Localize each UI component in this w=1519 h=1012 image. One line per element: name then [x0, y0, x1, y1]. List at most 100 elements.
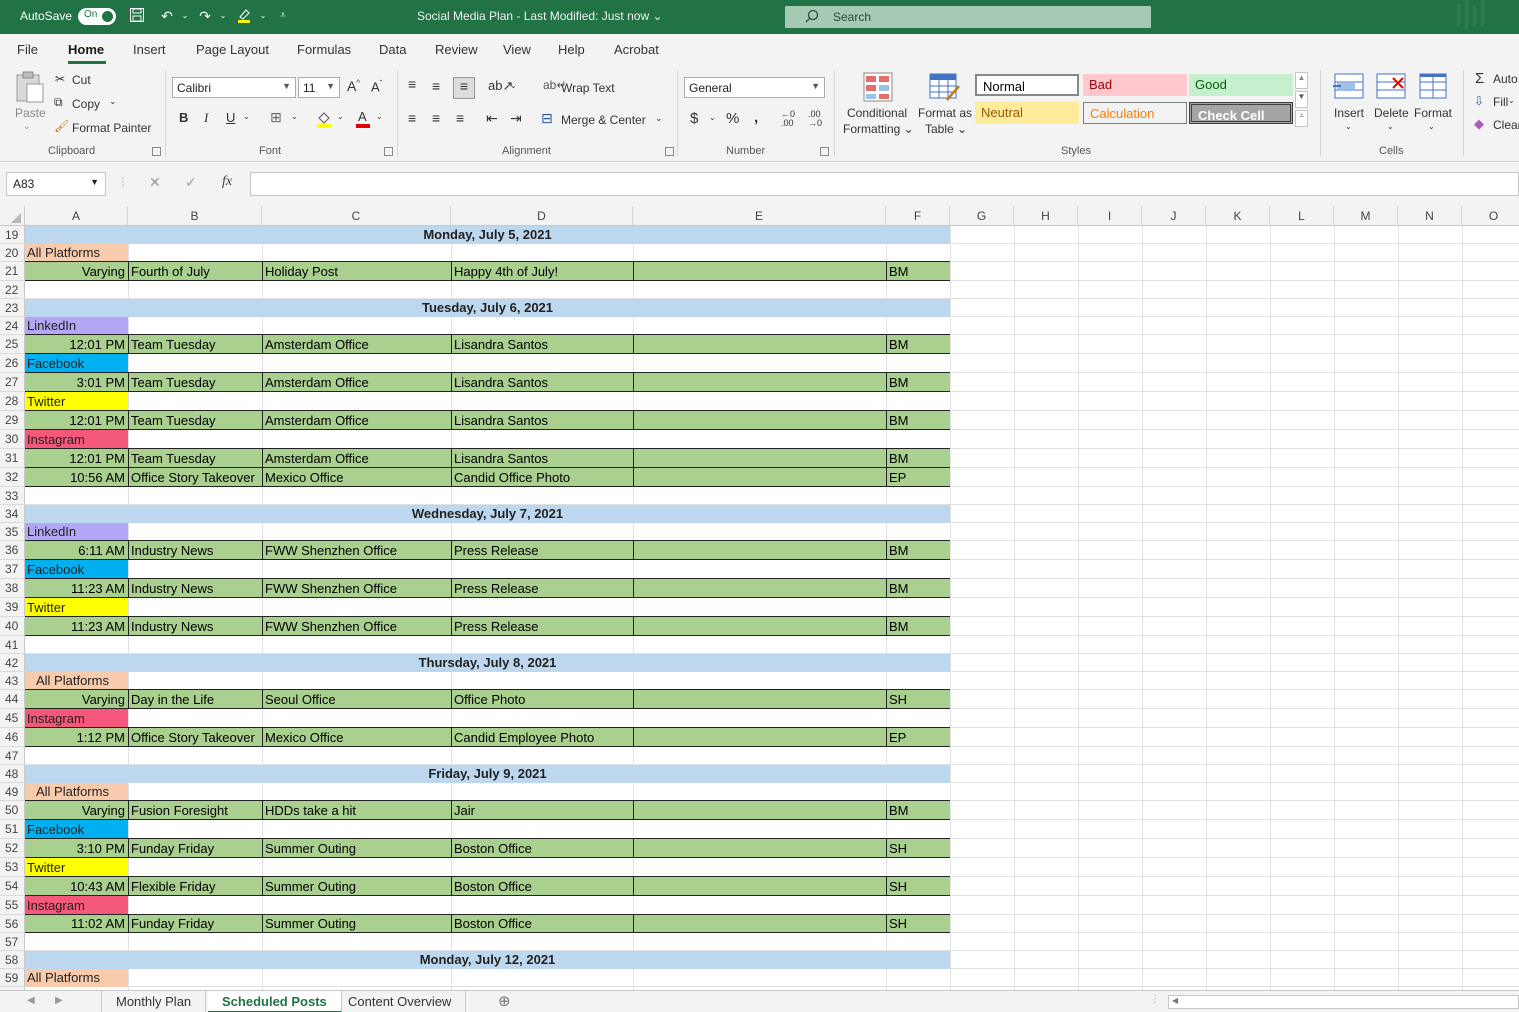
row-header[interactable]: 34 — [0, 505, 25, 523]
row-header[interactable]: 58 — [0, 951, 25, 969]
cell-b[interactable]: Funday Friday — [128, 915, 262, 933]
tab-data[interactable]: Data — [379, 42, 406, 57]
name-box[interactable]: A83 ▼ — [6, 172, 106, 196]
tab-help[interactable]: Help — [558, 42, 585, 57]
delete-cells-icon[interactable] — [1375, 72, 1407, 103]
cell-d[interactable]: Lisandra Santos — [451, 449, 633, 468]
copy-dropdown-icon[interactable]: ⌄ — [109, 96, 117, 107]
orientation-dropdown-icon[interactable]: ⌄ — [510, 81, 517, 90]
platform-label-twitter[interactable]: Twitter — [25, 598, 128, 617]
row-header[interactable]: 35 — [0, 523, 25, 541]
font-name-dropdown[interactable]: Calibri ▼ — [172, 77, 296, 98]
increase-decimal-icon[interactable]: ←0.00 — [781, 110, 795, 128]
fill-button[interactable]: Fill — [1493, 95, 1508, 109]
row-header[interactable]: 40 — [0, 617, 25, 636]
row-header[interactable]: 37 — [0, 560, 25, 579]
format-as-table-icon[interactable] — [929, 72, 961, 105]
customize-toolbar-icon[interactable]: ⩡ — [274, 7, 292, 25]
cell-f[interactable]: EP — [886, 728, 950, 747]
tab-file[interactable]: File — [17, 42, 38, 57]
conditional-formatting-icon[interactable] — [863, 72, 893, 105]
cell-e[interactable] — [633, 690, 886, 709]
cell-style-neutral[interactable]: Neutral — [975, 102, 1079, 124]
delete-cells-dropdown-icon[interactable]: ⌄ — [1387, 122, 1394, 131]
row-header[interactable]: 55 — [0, 896, 25, 915]
cell-d[interactable]: Happy 4th of July! — [451, 262, 633, 281]
row-header[interactable]: 46 — [0, 728, 25, 747]
align-bottom-icon[interactable]: ≡ — [453, 77, 475, 99]
cell-f[interactable]: BM — [886, 449, 950, 468]
fill-color-dropdown-icon[interactable]: ⌄ — [337, 112, 344, 121]
cell-b[interactable]: Team Tuesday — [128, 373, 262, 392]
cell-b[interactable]: Funday Friday — [128, 839, 262, 858]
platform-label-facebook[interactable]: Facebook — [25, 560, 128, 579]
wrap-text-button[interactable]: Wrap Text — [561, 81, 615, 95]
cell-f[interactable]: BM — [886, 617, 950, 636]
font-color-dropdown-icon[interactable]: ⌄ — [376, 112, 383, 121]
row-header[interactable]: 25 — [0, 335, 25, 354]
merge-dropdown-icon[interactable]: ⌄ — [655, 113, 663, 124]
cell-b[interactable]: Fourth of July — [128, 262, 262, 281]
row-header[interactable]: 49 — [0, 783, 25, 801]
font-size-dropdown[interactable]: 11 ▼ — [298, 77, 340, 98]
italic-icon[interactable]: I — [204, 110, 208, 126]
cell-style-check-cell[interactable]: Check Cell — [1189, 102, 1293, 124]
cell-e[interactable] — [633, 579, 886, 598]
column-header-l[interactable]: L — [1270, 206, 1334, 226]
cell-a[interactable]: 6:11 AM — [25, 541, 128, 560]
cell-b[interactable]: Team Tuesday — [128, 449, 262, 468]
cell-b[interactable]: Team Tuesday — [128, 335, 262, 354]
cell-b[interactable]: Flexible Friday — [128, 877, 262, 896]
alignment-launcher-icon[interactable] — [665, 147, 674, 156]
cell-e[interactable] — [633, 877, 886, 896]
row-header[interactable]: 20 — [0, 244, 25, 262]
row-header[interactable]: 47 — [0, 747, 25, 765]
cell-d[interactable]: Lisandra Santos — [451, 335, 633, 354]
platform-label-all-platforms[interactable]: All Platforms — [25, 783, 128, 801]
scroll-left-icon[interactable]: ◀ — [1172, 996, 1178, 1005]
prev-sheet-icon[interactable]: ◀ — [27, 995, 35, 1006]
borders-dropdown-icon[interactable]: ⌄ — [291, 112, 298, 121]
sheet-tab-scheduled-posts[interactable]: Scheduled Posts — [208, 991, 342, 1012]
column-header-f[interactable]: F — [886, 206, 950, 226]
column-header-m[interactable]: M — [1334, 206, 1398, 226]
search-box[interactable]: Search — [785, 6, 1151, 28]
cell-c[interactable]: Mexico Office — [262, 468, 451, 487]
cell-b[interactable]: Industry News — [128, 617, 262, 636]
row-header[interactable]: 33 — [0, 487, 25, 505]
cell-e[interactable] — [633, 728, 886, 747]
cell-f[interactable]: BM — [886, 411, 950, 430]
column-header-i[interactable]: I — [1078, 206, 1142, 226]
cell-c[interactable]: Amsterdam Office — [262, 411, 451, 430]
highlight-dropdown-icon[interactable]: ⌄ — [254, 7, 272, 25]
cell-f[interactable]: BM — [886, 801, 950, 820]
platform-label-all-platforms[interactable]: All Platforms — [25, 969, 128, 987]
cell-d[interactable]: Candid Employee Photo — [451, 728, 633, 747]
format-cells-icon[interactable] — [1418, 70, 1450, 103]
cell-a[interactable]: 12:01 PM — [25, 411, 128, 430]
cell-a[interactable]: 12:01 PM — [25, 335, 128, 354]
cell-d[interactable]: Lisandra Santos — [451, 411, 633, 430]
cell-d[interactable]: Boston Office — [451, 877, 633, 896]
format-cells-dropdown-icon[interactable]: ⌄ — [1428, 122, 1435, 131]
cell-a[interactable]: 10:43 AM — [25, 877, 128, 896]
cell-f[interactable]: SH — [886, 839, 950, 858]
tab-page-layout[interactable]: Page Layout — [196, 42, 269, 57]
redo-dropdown-icon[interactable]: ⌄ — [214, 7, 232, 25]
align-middle-icon[interactable]: ≡ — [432, 78, 440, 94]
cell-a[interactable]: 3:10 PM — [25, 839, 128, 858]
cell-style-calculation[interactable]: Calculation — [1083, 102, 1187, 124]
cell-b[interactable]: Fusion Foresight — [128, 801, 262, 820]
enter-icon[interactable]: ✓ — [185, 174, 197, 191]
cell-e[interactable] — [633, 468, 886, 487]
cell-d[interactable]: Candid Office Photo — [451, 468, 633, 487]
platform-label-all-platforms[interactable]: All Platforms — [25, 244, 128, 262]
cell-style-bad[interactable]: Bad — [1083, 74, 1187, 96]
cell-c[interactable]: Holiday Post — [262, 262, 451, 281]
formula-input[interactable] — [250, 172, 1519, 196]
number-launcher-icon[interactable] — [820, 147, 829, 156]
cell-e[interactable] — [633, 411, 886, 430]
platform-label-facebook[interactable]: Facebook — [25, 354, 128, 373]
insert-cells-icon[interactable] — [1333, 72, 1365, 103]
tab-view[interactable]: View — [503, 42, 531, 57]
